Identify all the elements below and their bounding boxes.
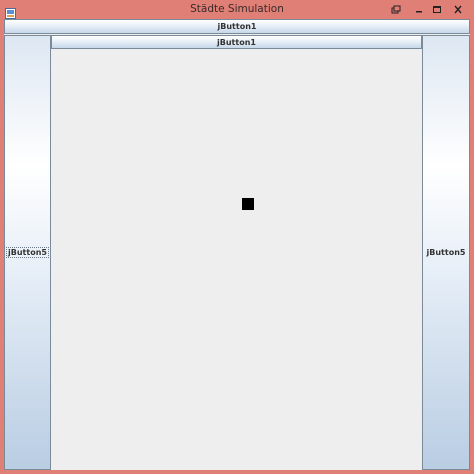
close-icon [453, 5, 463, 14]
inner-north-button-label: jButton1 [217, 37, 256, 47]
maximize-button[interactable] [429, 2, 445, 16]
maximize-icon [432, 5, 442, 14]
east-button[interactable]: jButton5 [422, 35, 470, 470]
west-button[interactable]: jButton5 [4, 35, 51, 470]
close-button[interactable] [450, 2, 466, 16]
minimize-button[interactable] [411, 2, 427, 16]
west-button-label: jButton5 [6, 247, 49, 258]
east-button-label: jButton5 [426, 248, 466, 257]
content-pane: jButton1 jButton1 jButton5 jButton5 [4, 19, 470, 470]
title-bar[interactable]: Städte Simulation [0, 0, 474, 19]
restore-icon [391, 5, 401, 14]
inner-north-button[interactable]: jButton1 [51, 35, 422, 49]
simulation-canvas[interactable] [51, 49, 422, 470]
app-window: Städte Simulation jButton1 jButton1 jBut… [0, 0, 474, 474]
north-button[interactable]: jButton1 [4, 19, 470, 34]
north-button-label: jButton1 [217, 22, 257, 31]
restore-button[interactable] [388, 2, 404, 16]
minimize-icon [414, 5, 424, 14]
simulation-marker [242, 198, 254, 210]
